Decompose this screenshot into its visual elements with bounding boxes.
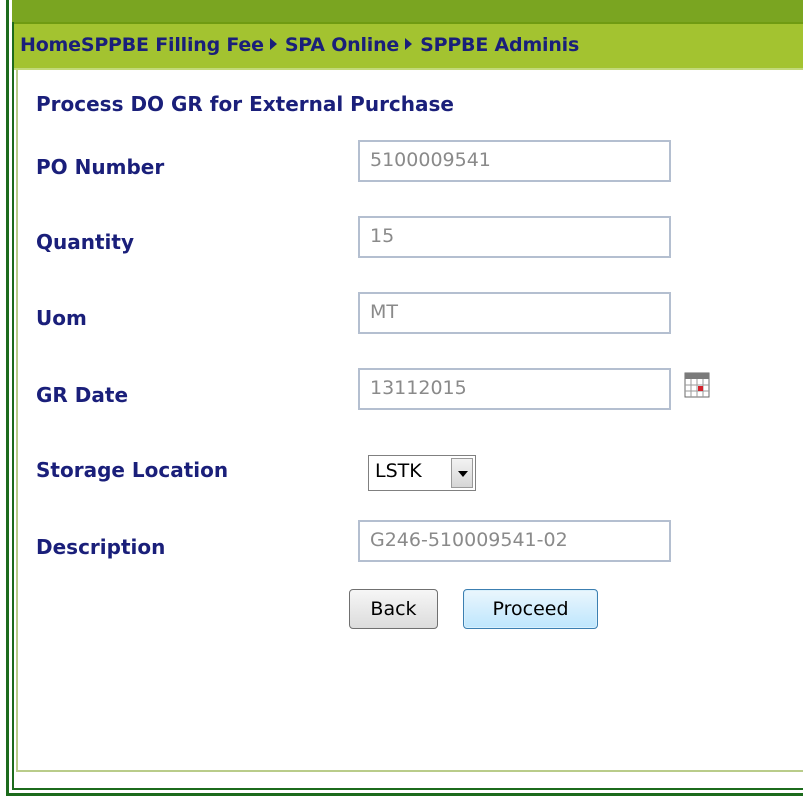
gr-date-label: GR Date	[36, 383, 129, 407]
breadcrumb: HomeSPPBE Filling Fee SPA Online SPPBE Adm…	[14, 22, 803, 70]
description-label: Description	[36, 535, 166, 559]
chevron-down-icon[interactable]	[451, 458, 473, 488]
breadcrumb-spa-online[interactable]: SPA Online	[285, 34, 400, 56]
breadcrumb-sppbe-filling-fee[interactable]: SPPBE Filling Fee	[81, 34, 264, 56]
gr-date-field[interactable]: 13112015	[358, 368, 671, 410]
uom-label: Uom	[36, 306, 87, 330]
description-field[interactable]: G246-510009541-02	[358, 520, 671, 562]
uom-field[interactable]: MT	[358, 292, 671, 334]
proceed-button[interactable]: Proceed	[463, 589, 598, 629]
quantity-label: Quantity	[36, 230, 134, 254]
storage-location-select[interactable]: LSTK	[368, 455, 476, 491]
quantity-field[interactable]: 15	[358, 216, 671, 258]
calendar-icon[interactable]	[684, 372, 710, 398]
po-number-field[interactable]: 5100009541	[358, 140, 671, 182]
breadcrumb-home[interactable]: Home	[20, 34, 81, 56]
storage-location-selected: LSTK	[375, 460, 422, 482]
breadcrumb-separator-icon	[269, 37, 277, 50]
back-button[interactable]: Back	[349, 589, 438, 629]
breadcrumb-sppbe-administration[interactable]: SPPBE Adminis	[420, 34, 579, 56]
breadcrumb-separator-icon	[405, 37, 413, 50]
header-strip	[12, 0, 803, 22]
breadcrumb-items: HomeSPPBE Filling Fee SPA Online SPPBE Adm…	[20, 34, 579, 56]
form-panel: Process DO GR for External Purchase PO N…	[16, 70, 803, 772]
po-number-label: PO Number	[36, 155, 165, 179]
page-title: Process DO GR for External Purchase	[36, 92, 454, 116]
storage-location-label: Storage Location	[36, 458, 229, 482]
